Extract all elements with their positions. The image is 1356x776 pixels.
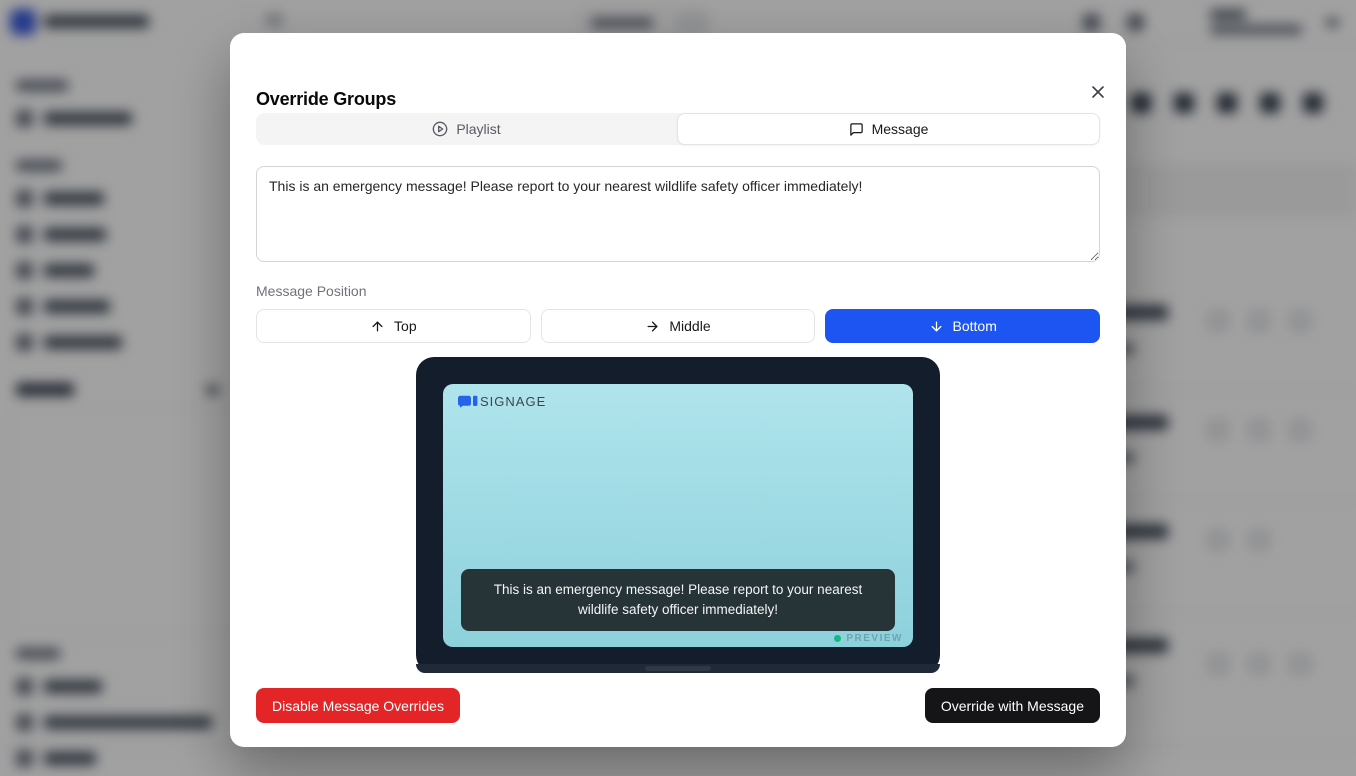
preview-badge: PREVIEW — [834, 633, 903, 644]
position-top-button[interactable]: Top — [256, 309, 531, 343]
preview-badge-label: PREVIEW — [846, 633, 903, 644]
position-middle-label: Middle — [669, 318, 710, 334]
tab-playlist-label: Playlist — [456, 121, 500, 137]
pisignage-logo: SIGNAGE — [457, 394, 546, 409]
screen: Override Groups Playlist — [0, 0, 1356, 776]
tab-playlist[interactable]: Playlist — [256, 113, 677, 145]
live-dot-icon — [834, 635, 841, 642]
frame-stand — [645, 666, 711, 671]
override-groups-modal: Override Groups Playlist — [230, 33, 1126, 747]
override-with-message-button[interactable]: Override with Message — [925, 688, 1100, 723]
position-bottom-button[interactable]: Bottom — [825, 309, 1100, 343]
modal-title: Override Groups — [256, 89, 396, 110]
display-preview-frame: SIGNAGE This is an emergency message! Pl… — [416, 357, 940, 673]
frame-bottom-bezel — [416, 664, 940, 673]
display-preview-screen: SIGNAGE This is an emergency message! Pl… — [443, 384, 913, 647]
message-textarea[interactable]: This is an emergency message! Please rep… — [256, 166, 1100, 262]
position-top-label: Top — [394, 318, 417, 334]
position-bottom-label: Bottom — [953, 318, 997, 334]
message-position-options: Top Middle Bottom — [256, 309, 1100, 343]
disable-message-overrides-button[interactable]: Disable Message Overrides — [256, 688, 460, 723]
play-circle-icon — [432, 121, 448, 137]
override-type-tabs: Playlist Message — [256, 113, 1100, 145]
arrow-right-icon — [645, 319, 660, 334]
message-position-label: Message Position — [256, 283, 367, 299]
arrow-down-icon — [929, 319, 944, 334]
arrow-up-icon — [370, 319, 385, 334]
tab-message-label: Message — [872, 121, 929, 137]
message-square-icon — [849, 122, 864, 137]
position-middle-button[interactable]: Middle — [541, 309, 816, 343]
pisignage-logo-icon — [457, 395, 478, 409]
tab-message[interactable]: Message — [677, 113, 1100, 145]
pisignage-brand-text: SIGNAGE — [480, 394, 546, 409]
preview-message-banner: This is an emergency message! Please rep… — [461, 569, 895, 631]
close-icon[interactable] — [1089, 83, 1107, 101]
